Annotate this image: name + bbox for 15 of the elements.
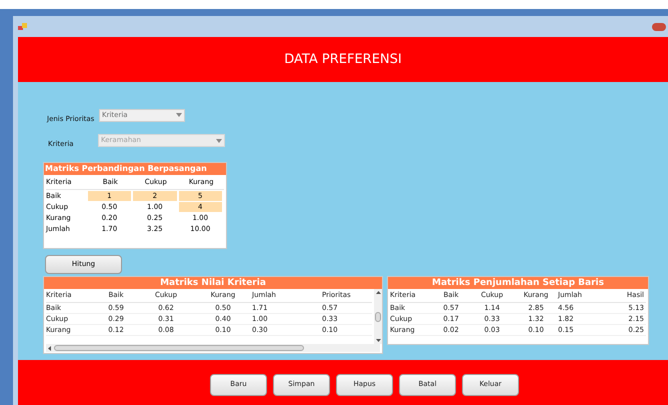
scroll-thumb[interactable]: [375, 312, 381, 322]
table-title: Matriks Penjumlahan Setiap Baris: [388, 277, 648, 289]
horizontal-scrollbar[interactable]: [46, 344, 380, 352]
close-button[interactable]: [652, 22, 666, 30]
vertical-scrollbar[interactable]: [374, 289, 382, 344]
table-title: Matriks Perbandingan Berpasangan: [44, 163, 226, 175]
window-title: DATA PREFERENSI: [284, 50, 402, 69]
caret-icon: [176, 113, 182, 118]
app-icon: [18, 22, 27, 30]
scroll-thumb[interactable]: [54, 345, 304, 351]
table-title: Matriks Nilai Kriteria: [44, 277, 382, 289]
caret-icon: [216, 138, 222, 143]
up-arrow-icon[interactable]: [376, 291, 380, 294]
down-arrow-icon[interactable]: [376, 339, 380, 342]
left-arrow-icon[interactable]: [48, 346, 51, 350]
